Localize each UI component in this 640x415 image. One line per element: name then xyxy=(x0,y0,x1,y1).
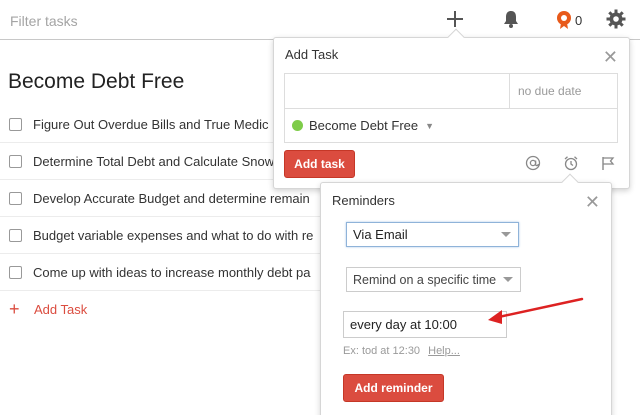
task-editor: Become Debt Free ▼ xyxy=(284,73,618,143)
chevron-down-icon: ▼ xyxy=(425,120,435,131)
close-icon[interactable]: ✕ xyxy=(585,193,600,211)
help-link[interactable]: Help... xyxy=(428,345,460,357)
reminder-type-value: Remind on a specific time xyxy=(353,272,497,287)
gear-icon[interactable] xyxy=(605,8,627,30)
bell-icon[interactable] xyxy=(500,8,522,30)
reminder-method-value: Via Email xyxy=(353,227,408,242)
project-selector-label: Become Debt Free xyxy=(309,118,419,133)
popover-title: Reminders xyxy=(332,193,395,208)
at-icon[interactable] xyxy=(525,155,541,171)
task-checkbox[interactable] xyxy=(9,265,22,279)
add-task-button[interactable]: Add task xyxy=(284,150,355,178)
reminder-method-select[interactable]: Via Email xyxy=(346,222,519,247)
close-icon[interactable]: ✕ xyxy=(603,48,618,66)
top-bar: 0 xyxy=(0,0,640,40)
task-content-input[interactable] xyxy=(285,74,510,108)
add-task-label: Add Task xyxy=(34,301,88,317)
filter-tasks-input[interactable] xyxy=(0,6,280,36)
reminder-time-input[interactable] xyxy=(343,311,507,338)
project-title: Become Debt Free xyxy=(8,70,185,93)
add-icon[interactable] xyxy=(444,8,466,30)
plus-icon: + xyxy=(9,299,20,319)
add-reminder-button[interactable]: Add reminder xyxy=(343,374,444,402)
flag-icon[interactable] xyxy=(600,155,616,171)
karma-count: 0 xyxy=(575,12,583,28)
task-checkbox[interactable] xyxy=(9,154,22,168)
task-checkbox[interactable] xyxy=(9,191,22,205)
task-checkbox[interactable] xyxy=(9,117,22,131)
task-checkbox[interactable] xyxy=(9,228,22,242)
reminders-popover: Reminders ✕ Via Email Remind on a specif… xyxy=(320,173,612,415)
karma-icon xyxy=(557,11,571,29)
add-task-popover: Add Task ✕ Become Debt Free ▼ Add task xyxy=(273,28,630,189)
reminder-hint: Ex: tod at 12:30 Help... xyxy=(343,345,460,357)
task-text[interactable]: Determine Total Debt and Calculate Snow xyxy=(33,154,274,169)
project-color-dot xyxy=(292,120,303,131)
hint-text: Ex: tod at 12:30 xyxy=(343,345,421,357)
add-task-link[interactable]: + Add Task xyxy=(9,300,87,318)
task-row[interactable]: Budget variable expenses and what to do … xyxy=(0,217,330,254)
task-text[interactable]: Budget variable expenses and what to do … xyxy=(33,228,313,243)
project-selector[interactable]: Become Debt Free ▼ xyxy=(285,108,617,142)
karma-indicator[interactable]: 0 xyxy=(556,9,582,31)
due-date-input[interactable] xyxy=(511,74,617,108)
task-text[interactable]: Come up with ideas to increase monthly d… xyxy=(33,265,311,280)
task-row[interactable]: Come up with ideas to increase monthly d… xyxy=(0,254,330,291)
reminder-type-select[interactable]: Remind on a specific time xyxy=(346,267,521,292)
popover-title: Add Task xyxy=(285,47,339,62)
alarm-clock-icon[interactable] xyxy=(563,155,579,171)
chevron-down-icon xyxy=(503,277,513,282)
chevron-down-icon xyxy=(501,232,511,237)
task-text[interactable]: Figure Out Overdue Bills and True Medic xyxy=(33,117,269,132)
task-text[interactable]: Develop Accurate Budget and determine re… xyxy=(33,191,310,206)
